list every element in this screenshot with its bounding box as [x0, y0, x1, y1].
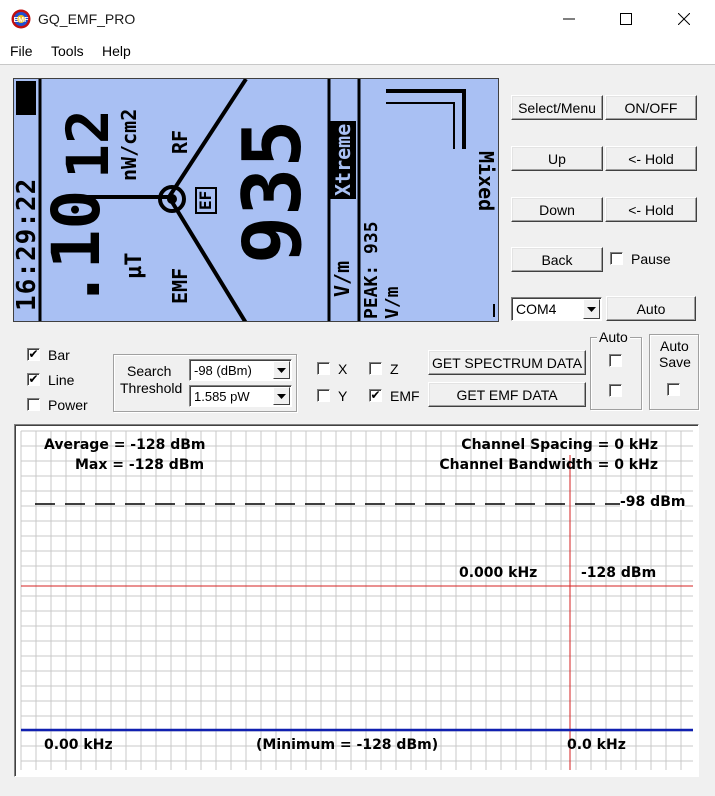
down-button[interactable]: Down: [511, 197, 603, 222]
x-checkbox[interactable]: [317, 362, 330, 375]
auto-button[interactable]: Auto: [606, 296, 696, 321]
minimum-label: (Minimum = -128 dBm): [256, 737, 439, 753]
cursor-frequency-label: 0.000 kHz: [459, 565, 538, 581]
svg-text:EMF: EMF: [14, 17, 30, 24]
menu-help[interactable]: Help: [102, 43, 131, 59]
auto-emf-checkbox[interactable]: [609, 384, 622, 397]
select-menu-button[interactable]: Select/Menu: [511, 95, 603, 120]
channel-bandwidth-label: Channel Bandwidth = 0 kHz: [439, 457, 658, 473]
pause-checkbox[interactable]: [610, 252, 623, 265]
lcd-mag-value: .10: [38, 189, 115, 309]
threshold-value-label: -98 dBm: [620, 494, 686, 510]
back-button[interactable]: Back: [511, 247, 603, 272]
lcd-rf-value: 12: [54, 109, 122, 179]
app-icon: EMF: [11, 9, 31, 29]
x-label: X: [338, 361, 348, 377]
menu-file[interactable]: File: [10, 43, 33, 59]
channel-spacing-label: Channel Spacing = 0 kHz: [461, 437, 658, 453]
com-port-select[interactable]: COM4: [511, 297, 602, 321]
menu-tools[interactable]: Tools: [51, 43, 84, 59]
close-icon: [678, 13, 690, 25]
auto-group-label: Auto: [597, 329, 630, 345]
emf-label: EMF: [390, 388, 420, 404]
minimize-button[interactable]: [540, 0, 598, 38]
lcd-main-value: 935: [226, 119, 319, 265]
z-checkbox[interactable]: [369, 362, 382, 375]
auto-group: [590, 337, 642, 410]
emf-checkbox[interactable]: ✔: [369, 389, 382, 402]
search-threshold-label-1: Search: [127, 363, 172, 379]
auto-save-label-2: Save: [659, 354, 691, 370]
auto-save-checkbox[interactable]: [667, 383, 680, 396]
power-checkbox[interactable]: [27, 398, 40, 411]
lcd-mixed-label: Mixed: [474, 151, 498, 212]
chevron-down-icon[interactable]: [273, 387, 290, 405]
threshold-dbm-value: -98 (dBm): [194, 362, 252, 378]
spectrum-plot: [20, 430, 693, 770]
x-axis-start-label: 0.00 kHz: [44, 737, 113, 753]
get-emf-data-button[interactable]: GET EMF DATA: [428, 382, 586, 407]
up-button[interactable]: Up: [511, 146, 603, 171]
check-icon: ✔: [370, 388, 381, 402]
z-label: Z: [390, 361, 399, 377]
minimize-icon: [563, 18, 575, 20]
hold-button-1[interactable]: <- Hold: [605, 146, 697, 171]
lcd-display: 16:29:22 .10 µT 12 nW/cm2 RF EMF EF 935 …: [13, 78, 499, 322]
threshold-pw-value: 1.585 pW: [194, 388, 250, 404]
line-checkbox[interactable]: ✔: [27, 373, 40, 386]
chevron-down-icon[interactable]: [583, 299, 600, 319]
threshold-dbm-select[interactable]: -98 (dBm): [189, 359, 292, 381]
x-axis-end-label: 0.0 kHz: [567, 737, 626, 753]
lcd-main-unit: V/m: [330, 260, 354, 297]
auto-spectrum-checkbox[interactable]: [609, 354, 622, 367]
close-button[interactable]: [655, 0, 713, 38]
maximize-icon: [620, 13, 632, 25]
com-port-value: COM4: [516, 301, 557, 317]
search-threshold-label-2: Threshold: [120, 380, 183, 396]
power-label: Power: [48, 397, 88, 413]
chevron-down-icon[interactable]: [273, 361, 290, 379]
bar-label: Bar: [48, 347, 70, 363]
check-icon: ✔: [28, 347, 39, 361]
cursor-level-label: -128 dBm: [581, 565, 657, 581]
lcd-peak-text: PEAK: 935 V/m: [361, 221, 403, 319]
hold-button-2[interactable]: <- Hold: [605, 197, 697, 222]
lcd-mag-unit: µT: [122, 252, 147, 280]
window-title: GQ_EMF_PRO: [38, 11, 136, 27]
lcd-mode-badge: Xtreme: [330, 120, 356, 199]
get-spectrum-data-button[interactable]: GET SPECTRUM DATA: [428, 350, 586, 375]
bar-checkbox[interactable]: ✔: [27, 348, 40, 361]
average-label: Average = -128 dBm: [44, 437, 206, 453]
auto-save-label-1: Auto: [660, 338, 689, 354]
lcd-ef-badge: EF: [195, 186, 217, 214]
pause-label: Pause: [631, 251, 671, 267]
threshold-pw-select[interactable]: 1.585 pW: [189, 385, 292, 407]
max-label: Max = -128 dBm: [75, 457, 205, 473]
line-label: Line: [48, 372, 75, 388]
y-label: Y: [338, 388, 348, 404]
check-icon: ✔: [28, 372, 39, 386]
maximize-button[interactable]: [597, 0, 655, 38]
y-checkbox[interactable]: [317, 389, 330, 402]
on-off-button[interactable]: ON/OFF: [605, 95, 697, 120]
lcd-mag-label: EMF: [168, 267, 192, 304]
lcd-rf-unit: nW/cm2: [117, 108, 141, 181]
lcd-rf-label: RF: [168, 129, 192, 154]
spectrum-chart[interactable]: Average = -128 dBm Max = -128 dBm Channe…: [14, 424, 699, 777]
